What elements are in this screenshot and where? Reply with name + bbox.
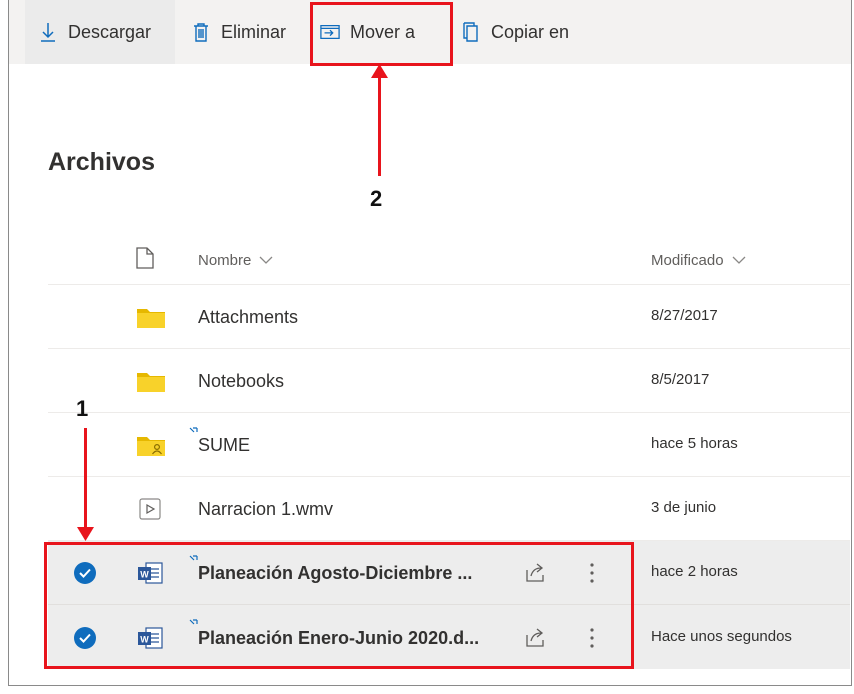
delete-button[interactable]: Eliminar — [191, 0, 286, 64]
file-name[interactable]: Notebooks — [198, 371, 284, 392]
file-modified: 8/5/2017 — [651, 371, 710, 388]
copy-icon — [461, 21, 481, 43]
annotation-label-1: 1 — [76, 396, 89, 421]
annotation-box-selection — [44, 542, 634, 669]
file-modified: Hace unos segundos — [651, 628, 792, 645]
file-modified: 8/27/2017 — [651, 307, 718, 324]
download-button[interactable]: Descargar — [38, 0, 151, 64]
file-modified: hace 5 horas — [651, 435, 738, 452]
delete-label: Eliminar — [221, 21, 287, 42]
file-type-header[interactable] — [136, 242, 154, 278]
file-modified: hace 2 horas — [651, 563, 738, 580]
annotation-arrow-2-line — [378, 76, 381, 176]
annotation-arrow-2-head — [371, 64, 388, 78]
annotation-arrow-1-line — [84, 428, 87, 530]
annotation-arrow-1-head — [77, 527, 94, 541]
name-header-label: Nombre — [198, 251, 252, 269]
file-row[interactable] — [48, 285, 850, 349]
file-name[interactable]: Narracion 1.wmv — [198, 499, 333, 520]
file-type-icon — [136, 247, 154, 273]
video-icon — [139, 498, 161, 520]
page-title: Archivos — [48, 148, 155, 176]
file-modified: 3 de junio — [651, 499, 717, 516]
folder-icon — [137, 309, 165, 328]
name-column-header[interactable]: Nombre — [198, 242, 273, 278]
annotation-label-2: 2 — [370, 186, 383, 211]
folder-icon — [137, 373, 165, 392]
copy-to-label: Copiar en — [491, 21, 570, 42]
chevron-down-icon — [732, 252, 746, 269]
trash-icon — [191, 21, 211, 43]
download-label: Descargar — [68, 21, 152, 42]
copy-to-button[interactable]: Copiar en — [461, 0, 569, 64]
file-row[interactable] — [48, 349, 850, 413]
shared-folder-icon — [137, 437, 165, 456]
file-name[interactable]: Attachments — [198, 307, 298, 328]
download-icon — [38, 21, 58, 43]
annotation-box-move — [310, 2, 453, 66]
chevron-down-icon — [259, 252, 273, 269]
modified-header-label: Modificado — [651, 251, 724, 269]
file-row[interactable] — [48, 477, 850, 541]
modified-column-header[interactable]: Modificado — [651, 242, 746, 278]
file-name[interactable]: SUME — [198, 435, 250, 456]
